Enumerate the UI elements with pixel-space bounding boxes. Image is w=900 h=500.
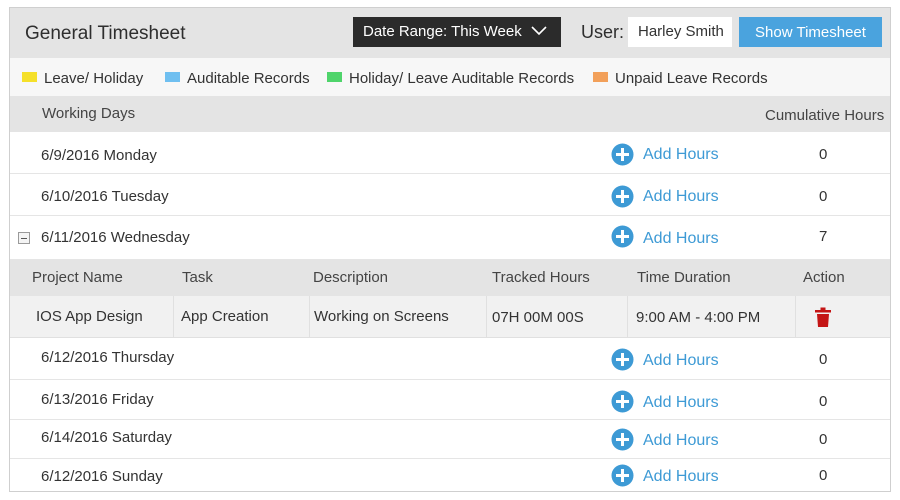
page-title: General Timesheet (25, 23, 186, 44)
day-row: 6/14/2016 Saturday Add Hours 0 (10, 420, 890, 459)
legend-item-holiday-leave-auditable: Holiday/ Leave Auditable Records (327, 70, 574, 87)
legend-swatch (165, 72, 180, 82)
tracked-hours-cell: 07H 00M 00S (487, 296, 628, 338)
days-table-header: Working Days Cumulative Hours (10, 96, 890, 132)
timesheet-panel: General Timesheet Date Range: This Week … (9, 7, 891, 492)
add-circle-icon[interactable] (611, 185, 634, 208)
legend-swatch (593, 72, 608, 82)
user-label: User: (581, 22, 625, 42)
add-hours-link[interactable]: Add Hours (643, 432, 719, 450)
day-label: 6/10/2016 Tuesday (41, 188, 169, 205)
add-hours-link[interactable]: Add Hours (643, 146, 719, 164)
day-label: 6/9/2016 Monday (41, 147, 157, 164)
trash-icon[interactable] (815, 307, 831, 327)
user-select[interactable]: Harley Smith (628, 17, 732, 47)
legend-item-unpaid-leave: Unpaid Leave Records (593, 70, 768, 87)
add-circle-icon[interactable] (611, 464, 634, 487)
day-label: 6/11/2016 Wednesday (41, 229, 190, 246)
date-range-dropdown[interactable]: Date Range: This Week (353, 17, 561, 47)
day-label: 6/13/2016 Friday (41, 391, 154, 408)
day-row: 6/13/2016 Friday Add Hours 0 (10, 380, 890, 420)
cumulative-hours-value: 0 (819, 393, 828, 410)
legend-swatch (22, 72, 37, 82)
add-hours-link[interactable]: Add Hours (643, 468, 719, 486)
day-label: 6/14/2016 Saturday (41, 429, 172, 446)
day-label: 6/12/2016 Thursday (41, 349, 175, 366)
add-circle-icon[interactable] (611, 390, 634, 413)
task-cell: App Creation (174, 296, 310, 338)
add-hours-link[interactable]: Add Hours (643, 230, 719, 248)
cumulative-hours-value: 0 (819, 146, 828, 163)
show-timesheet-button[interactable]: Show Timesheet (739, 17, 882, 47)
timesheet-header: General Timesheet Date Range: This Week … (10, 8, 890, 58)
cumulative-hours-value: 0 (819, 188, 828, 205)
tracked-hours-header: Tracked Hours (492, 269, 590, 286)
time-duration-header: Time Duration (637, 269, 731, 286)
legend-item-leave-holiday: Leave/ Holiday (22, 70, 143, 87)
legend-swatch (327, 72, 342, 82)
add-circle-icon[interactable] (611, 143, 634, 166)
cumulative-hours-value: 0 (819, 431, 828, 448)
project-name-header: Project Name (32, 269, 123, 286)
cumulative-hours-value: 7 (819, 228, 828, 245)
description-header: Description (313, 269, 389, 286)
detail-table-header: Project Name Task Description Tracked Ho… (10, 260, 890, 296)
cumulative-hours-header: Cumulative Hours (765, 107, 885, 124)
task-header: Task (182, 269, 213, 286)
day-row: 6/9/2016 Monday Add Hours 0 (10, 132, 890, 174)
day-label: 6/12/2016 Sunday (41, 468, 163, 485)
add-circle-icon[interactable] (611, 225, 634, 248)
description-cell: Working on Screens (310, 296, 487, 338)
day-row-expanded: 6/11/2016 Wednesday Add Hours 7 (10, 216, 890, 260)
add-circle-icon[interactable] (611, 428, 634, 451)
legend: Leave/ Holiday Auditable Records Holiday… (10, 58, 890, 96)
add-hours-link[interactable]: Add Hours (643, 394, 719, 412)
day-row: 6/12/2016 Thursday Add Hours 0 (10, 338, 890, 380)
add-hours-link[interactable]: Add Hours (643, 352, 719, 370)
project-name-cell: IOS App Design (10, 296, 174, 338)
add-circle-icon[interactable] (611, 348, 634, 371)
add-hours-link[interactable]: Add Hours (643, 188, 719, 206)
legend-item-auditable-records: Auditable Records (165, 70, 310, 87)
cumulative-hours-value: 0 (819, 351, 828, 368)
day-row: 6/10/2016 Tuesday Add Hours 0 (10, 174, 890, 216)
time-duration-cell: 9:00 AM - 4:00 PM (628, 296, 796, 338)
date-range-label: Date Range: This Week (363, 23, 522, 40)
collapse-toggle-icon[interactable] (18, 232, 30, 244)
working-days-header: Working Days (42, 105, 136, 122)
day-row: 6/12/2016 Sunday Add Hours 0 (10, 459, 890, 491)
cumulative-hours-value: 0 (819, 467, 828, 484)
table-row: IOS App Design App Creation Working on S… (10, 296, 890, 338)
chevron-down-icon (531, 26, 547, 36)
action-header: Action (803, 269, 845, 286)
